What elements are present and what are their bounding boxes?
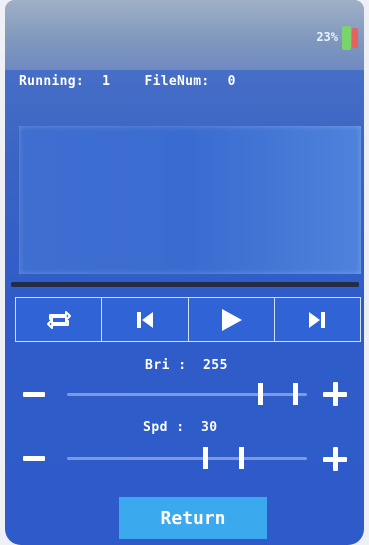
brightness-slider-thumb[interactable] xyxy=(258,383,263,405)
brightness-slider-marker xyxy=(293,383,298,405)
speed-label: Spd : xyxy=(143,420,185,435)
brightness-label: Bri : xyxy=(145,358,187,373)
speed-decrease-button[interactable] xyxy=(23,456,45,461)
filenum-label: FileNum: xyxy=(144,74,210,89)
battery-icon xyxy=(342,26,358,50)
play-button[interactable] xyxy=(189,298,275,341)
brightness-value: 255 xyxy=(202,358,228,373)
previous-icon xyxy=(136,311,153,328)
preview-screen xyxy=(19,126,361,274)
speed-slider-track[interactable] xyxy=(67,457,307,460)
speed-value: 30 xyxy=(200,420,218,435)
loop-icon xyxy=(46,310,71,329)
progress-track xyxy=(11,282,359,287)
speed-increase-button[interactable] xyxy=(323,447,347,471)
brightness-increase-button[interactable] xyxy=(323,382,347,406)
playback-controls xyxy=(15,297,361,342)
brightness-slider-track[interactable] xyxy=(67,393,307,396)
info-row: Running: 1 FileNum: 0 xyxy=(19,74,246,89)
next-icon xyxy=(309,311,326,328)
brightness-label-group: Bri : 255 xyxy=(145,358,228,373)
previous-button[interactable] xyxy=(102,298,189,341)
brightness-decrease-button[interactable] xyxy=(23,392,45,397)
next-button[interactable] xyxy=(275,298,360,341)
return-button[interactable]: Return xyxy=(119,497,267,539)
speed-label-group: Spd : 30 xyxy=(143,420,218,435)
loop-button[interactable] xyxy=(16,298,103,341)
running-value: 1 xyxy=(102,74,111,89)
status-bar: 23% xyxy=(5,0,364,70)
speed-slider-thumb[interactable] xyxy=(203,447,208,469)
speed-slider-marker xyxy=(239,447,244,469)
battery-percent: 23% xyxy=(316,30,338,44)
running-label: Running: xyxy=(19,74,85,89)
device-screen: 23% Running: 1 FileNum: 0 Bri: 255 Spd … xyxy=(5,0,364,545)
filenum-value: 0 xyxy=(227,74,236,89)
play-icon xyxy=(222,308,243,331)
